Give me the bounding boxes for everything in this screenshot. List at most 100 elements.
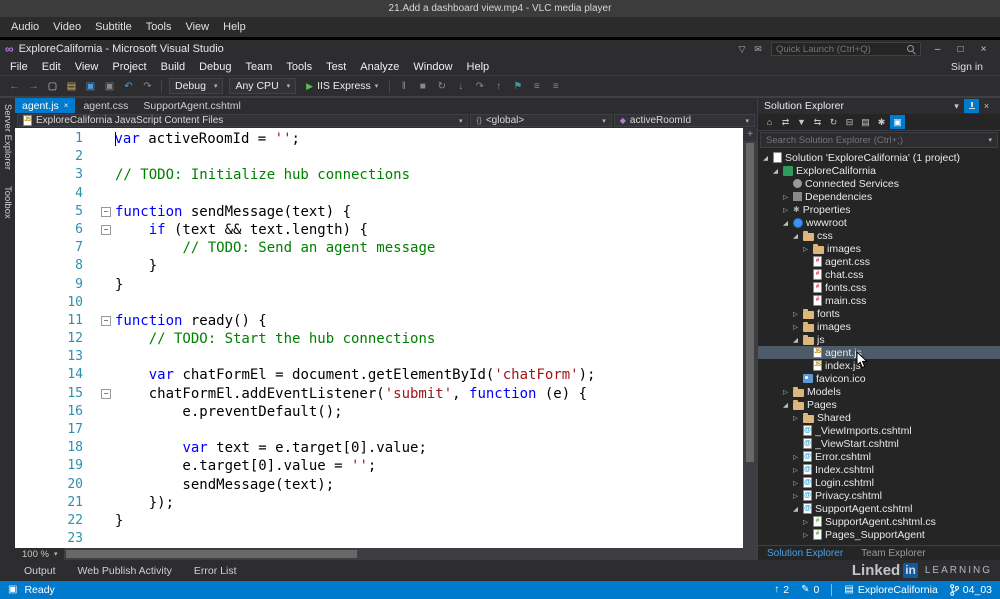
vs-menu-help[interactable]: Help — [460, 60, 497, 74]
sync-with-active-document-icon[interactable]: ⇆ — [810, 115, 825, 129]
solution-explorer-search[interactable]: ▾ — [760, 132, 998, 148]
tree-item-solution-explorecalifornia-1-project[interactable]: ◢ Solution 'ExploreCalifornia' (1 project… — [758, 151, 1000, 164]
code-line[interactable]: 4 — [15, 185, 743, 203]
vs-menu-test[interactable]: Test — [319, 60, 353, 74]
vs-menu-project[interactable]: Project — [105, 60, 153, 74]
switch-views-icon[interactable]: ⇄ — [778, 115, 793, 129]
tree-item-pages-supportagent[interactable]: ▷ # Pages_SupportAgent — [758, 528, 1000, 541]
collapse-all-icon[interactable]: ⊟ — [842, 115, 857, 129]
expander-open-icon[interactable]: ◢ — [761, 154, 770, 162]
tree-item-js[interactable]: ◢ js — [758, 333, 1000, 346]
expander-closed-icon[interactable]: ▷ — [791, 466, 800, 474]
line-number[interactable]: 20 — [15, 476, 99, 494]
expander-open-icon[interactable]: ◢ — [781, 401, 790, 409]
line-number[interactable]: 6 — [15, 221, 99, 239]
fold-collapse-icon[interactable]: − — [101, 315, 111, 326]
solution-explorer-titlebar[interactable]: Solution Explorer ▾ × — [758, 98, 1000, 114]
bottom-tab-web-publish-activity[interactable]: Web Publish Activity — [70, 565, 180, 577]
code-line[interactable]: 19 e.target[0].value = ''; — [15, 457, 743, 475]
expander-open-icon[interactable]: ◢ — [791, 336, 800, 344]
tree-item-wwwroot[interactable]: ◢ wwwroot — [758, 216, 1000, 229]
pending-changes[interactable]: ✎ 0 — [801, 584, 819, 596]
expander-closed-icon[interactable]: ▷ — [781, 206, 790, 214]
tree-item-viewimports-cshtml[interactable]: @ _ViewImports.cshtml — [758, 424, 1000, 437]
redo-icon[interactable]: ↷ — [139, 81, 156, 92]
expander-closed-icon[interactable]: ▷ — [801, 518, 810, 526]
expander-open-icon[interactable]: ◢ — [791, 232, 800, 240]
tree-item-pages[interactable]: ◢ Pages — [758, 398, 1000, 411]
tree-item-fonts-css[interactable]: # fonts.css — [758, 281, 1000, 294]
line-number[interactable]: 4 — [15, 185, 99, 203]
tree-item-fonts[interactable]: ▷ fonts — [758, 307, 1000, 320]
tool-strip-toolbox[interactable]: Toolbox — [2, 186, 13, 219]
line-number[interactable]: 11 — [15, 312, 99, 330]
panel-tab-solution-explorer[interactable]: Solution Explorer — [758, 546, 852, 560]
code-line[interactable]: 18 var text = e.target[0].value; — [15, 439, 743, 457]
vs-menu-team[interactable]: Team — [239, 60, 280, 74]
tree-item-supportagent-cshtml[interactable]: ◢ @ SupportAgent.cshtml — [758, 502, 1000, 515]
expander-open-icon[interactable]: ◢ — [771, 167, 780, 175]
refresh-icon[interactable]: ↻ — [826, 115, 841, 129]
code-line[interactable]: 10 — [15, 294, 743, 312]
split-editor-icon[interactable]: + — [743, 128, 757, 141]
breadcrumb-global[interactable]: {} <global> ▾ — [470, 114, 612, 127]
stop-icon[interactable]: ■ — [414, 81, 431, 92]
vertical-scroll-thumb[interactable] — [746, 143, 754, 463]
code-line[interactable]: 6− if (text && text.length) { — [15, 221, 743, 239]
vlc-menu-help[interactable]: Help — [216, 19, 253, 35]
home-icon[interactable]: ⌂ — [762, 115, 777, 129]
toolwindow-menu-icon[interactable]: ▾ — [949, 99, 964, 113]
vlc-menu-video[interactable]: Video — [46, 19, 88, 35]
editor-tab-agent-js[interactable]: agent.js × — [15, 98, 76, 113]
step-into-icon[interactable]: ↓ — [452, 81, 469, 92]
comment-icon[interactable]: ≡ — [528, 81, 545, 92]
code-line[interactable]: 7 // TODO: Send an agent message — [15, 239, 743, 257]
code-line[interactable]: 20 sendMessage(text); — [15, 476, 743, 494]
tree-item-dependencies[interactable]: ▷ Dependencies — [758, 190, 1000, 203]
expander-closed-icon[interactable]: ▷ — [791, 323, 800, 331]
panel-tab-team-explorer[interactable]: Team Explorer — [852, 546, 934, 560]
tree-item-chat-css[interactable]: # chat.css — [758, 268, 1000, 281]
bottom-tab-output[interactable]: Output — [16, 565, 64, 577]
vlc-menu-subtitle[interactable]: Subtitle — [88, 19, 139, 35]
line-number[interactable]: 12 — [15, 330, 99, 348]
fold-collapse-icon[interactable]: − — [101, 206, 111, 217]
tree-item-properties[interactable]: ▷ ✱ Properties — [758, 203, 1000, 216]
line-number[interactable]: 17 — [15, 421, 99, 439]
editor-horizontal-scrollbar[interactable] — [64, 548, 757, 560]
vlc-titlebar[interactable]: 21.Add a dashboard view.mp4 - VLC media … — [0, 0, 1000, 17]
code-line[interactable]: 1 var activeRoomId = ''; — [15, 130, 743, 148]
vs-menu-debug[interactable]: Debug — [192, 60, 238, 74]
line-number[interactable]: 15 — [15, 385, 99, 403]
vlc-menu-tools[interactable]: Tools — [139, 19, 179, 35]
expander-open-icon[interactable]: ◢ — [791, 505, 800, 513]
code-editor[interactable]: 1 var activeRoomId = ''; 2 3 // TODO: Initia… — [15, 128, 757, 548]
step-over-icon[interactable]: ↷ — [471, 81, 488, 92]
vs-titlebar[interactable]: ∞ ExploreCalifornia - Microsoft Visual S… — [0, 40, 1000, 58]
tree-item-index-cshtml[interactable]: ▷ @ Index.cshtml — [758, 463, 1000, 476]
line-number[interactable]: 21 — [15, 494, 99, 512]
code-line[interactable]: 13 — [15, 348, 743, 366]
code-line[interactable]: 3 // TODO: Initialize hub connections — [15, 166, 743, 184]
expander-open-icon[interactable]: ◢ — [781, 219, 790, 227]
tree-item-css[interactable]: ◢ css — [758, 229, 1000, 242]
quick-launch-box[interactable] — [771, 42, 921, 56]
tree-item-login-cshtml[interactable]: ▷ @ Login.cshtml — [758, 476, 1000, 489]
close-icon[interactable]: × — [979, 99, 994, 113]
tree-item-index-js[interactable]: JS index.js — [758, 359, 1000, 372]
vlc-menu-audio[interactable]: Audio — [4, 19, 46, 35]
expander-closed-icon[interactable]: ▷ — [781, 193, 790, 201]
tree-item-viewstart-cshtml[interactable]: @ _ViewStart.cshtml — [758, 437, 1000, 450]
expander-closed-icon[interactable]: ▷ — [791, 453, 800, 461]
line-number[interactable]: 14 — [15, 366, 99, 384]
line-number[interactable]: 5 — [15, 203, 99, 221]
code-line[interactable]: 16 e.preventDefault(); — [15, 403, 743, 421]
code-line[interactable]: 8 } — [15, 257, 743, 275]
expander-closed-icon[interactable]: ▷ — [801, 245, 810, 253]
tree-item-shared[interactable]: ▷ Shared — [758, 411, 1000, 424]
code-line[interactable]: 23 — [15, 530, 743, 548]
repository[interactable]: ▤ ExploreCalifornia — [844, 584, 937, 596]
save-all-icon[interactable]: ▣ — [101, 81, 118, 92]
close-icon[interactable]: × — [64, 101, 69, 110]
line-number[interactable]: 22 — [15, 512, 99, 530]
